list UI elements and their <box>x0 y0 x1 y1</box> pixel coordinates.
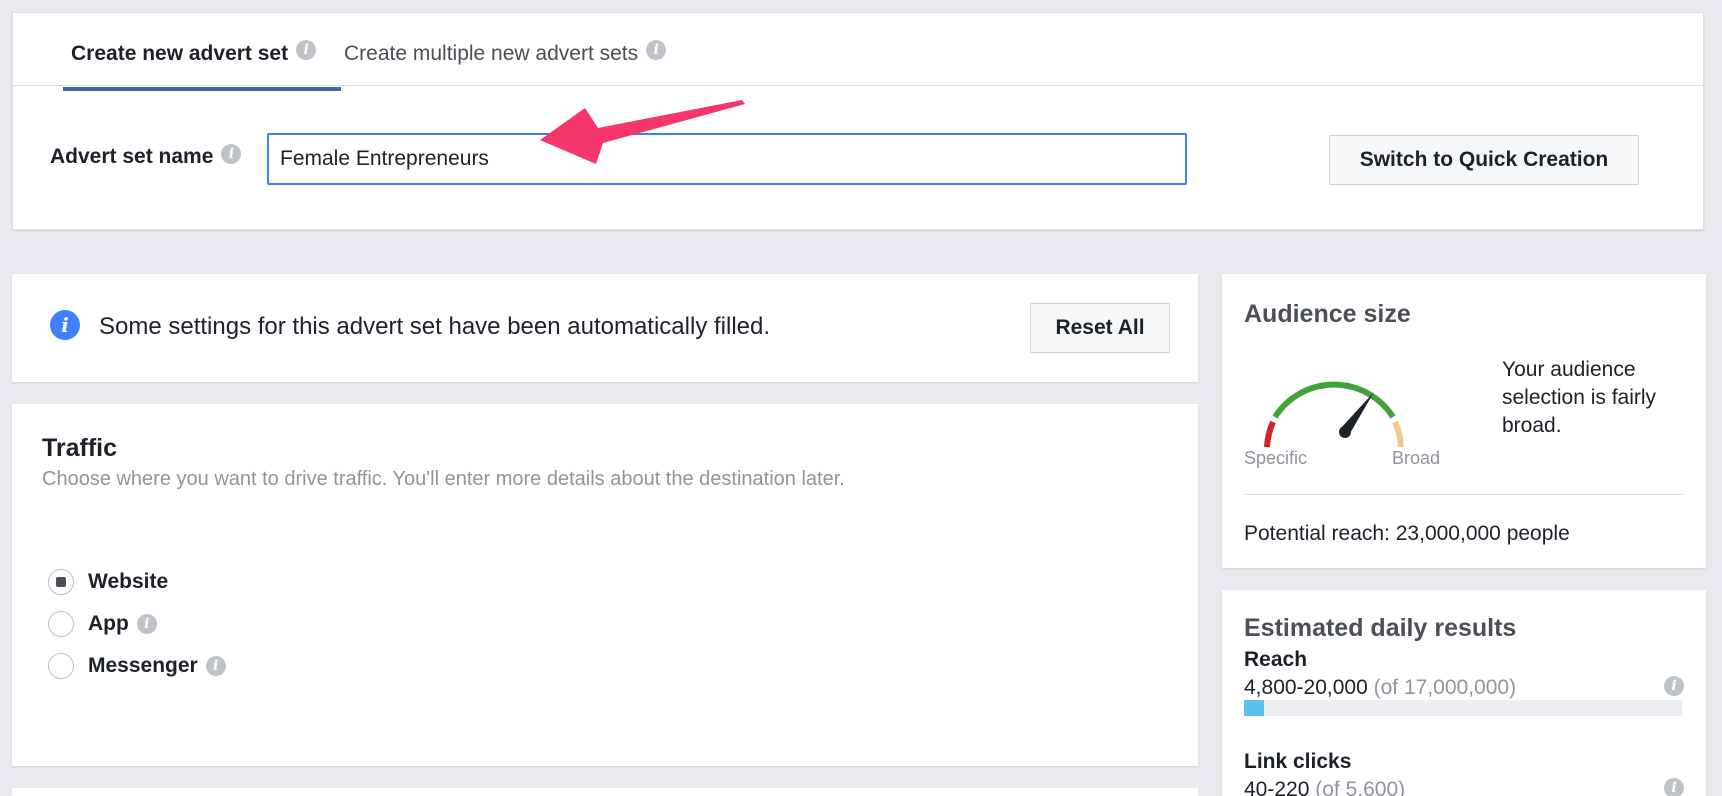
next-section-card <box>12 788 1198 796</box>
reach-range: 4,800-20,000 <box>1244 676 1368 699</box>
switch-to-quick-creation-button[interactable]: Switch to Quick Creation <box>1329 135 1639 185</box>
gauge-needle-hub <box>1339 426 1351 438</box>
traffic-subtitle: Choose where you want to drive traffic. … <box>42 468 845 490</box>
audience-gauge <box>1264 381 1404 448</box>
info-icon[interactable]: i <box>1664 778 1684 796</box>
audience-description: Your audience selection is fairly broad. <box>1502 358 1657 437</box>
reach-bar-fill <box>1244 700 1264 716</box>
autofill-info-banner: i Some settings for this advert set have… <box>12 274 1198 382</box>
gauge-broad-segment <box>1392 420 1404 448</box>
tab-bar: Create new advert set i Create multiple n… <box>13 13 1703 86</box>
link-clicks-of-total: (of 5,600) <box>1315 778 1406 796</box>
radio-button[interactable] <box>48 611 74 637</box>
estimated-daily-results-card: Estimated daily results Reach 4,800-20,0… <box>1222 590 1706 796</box>
radio-option-website[interactable]: Website <box>48 569 168 595</box>
gauge-specific-segment <box>1264 420 1276 448</box>
reach-metric-title: Reach <box>1244 648 1308 671</box>
radio-option-messenger[interactable]: Messenger i <box>48 653 226 679</box>
estimated-results-title: Estimated daily results <box>1244 614 1517 642</box>
tab-label: Create new advert set <box>71 42 289 65</box>
radio-option-app[interactable]: App i <box>48 611 157 637</box>
autofill-message: Some settings for this advert set have b… <box>99 313 771 340</box>
link-clicks-metric-title: Link clicks <box>1244 750 1352 773</box>
divider <box>1244 494 1684 495</box>
radio-button[interactable] <box>48 569 74 595</box>
reach-of-total: (of 17,000,000) <box>1373 676 1517 699</box>
tab-create-multiple-advert-sets[interactable]: Create multiple new advert sets i <box>344 13 667 92</box>
potential-reach: Potential reach: 23,000,000 people <box>1244 522 1570 545</box>
active-tab-indicator <box>63 87 341 91</box>
radio-button[interactable] <box>48 653 74 679</box>
link-clicks-metric-value: 40-220 (of 5,600) <box>1244 778 1405 796</box>
info-circle-icon: i <box>50 310 80 340</box>
reset-all-button[interactable]: Reset All <box>1030 303 1170 353</box>
advert-set-name-input[interactable] <box>267 133 1187 185</box>
audience-size-title: Audience size <box>1244 300 1411 328</box>
info-icon[interactable]: i <box>221 144 242 165</box>
info-icon[interactable]: i <box>296 40 317 61</box>
radio-label: App <box>88 612 129 635</box>
advert-set-header-card: Create new advert set i Create multiple n… <box>12 12 1704 230</box>
advert-set-name-label: Advert set name i <box>50 144 242 169</box>
gauge-broad-label: Broad <box>1392 448 1441 468</box>
traffic-title: Traffic <box>42 434 118 462</box>
audience-size-card: Audience size Specific Broad Your audien… <box>1222 274 1706 568</box>
radio-label: Website <box>88 570 169 593</box>
gauge-specific-label: Specific <box>1244 448 1308 468</box>
radio-label: Messenger <box>88 654 198 677</box>
link-clicks-range: 40-220 <box>1244 778 1310 796</box>
info-icon[interactable]: i <box>646 40 667 61</box>
info-icon[interactable]: i <box>205 656 226 676</box>
traffic-card: Traffic Choose where you want to drive t… <box>12 404 1198 766</box>
advert-set-name-label-text: Advert set name <box>50 145 214 168</box>
reach-bar-track <box>1244 700 1682 716</box>
reach-metric-value: 4,800-20,000 (of 17,000,000) <box>1244 676 1516 700</box>
tab-create-new-advert-set[interactable]: Create new advert set i <box>71 13 317 92</box>
tab-label: Create multiple new advert sets <box>344 42 639 65</box>
info-icon[interactable]: i <box>1664 676 1684 696</box>
info-icon[interactable]: i <box>136 614 157 634</box>
gauge-range-segment <box>1272 381 1396 419</box>
